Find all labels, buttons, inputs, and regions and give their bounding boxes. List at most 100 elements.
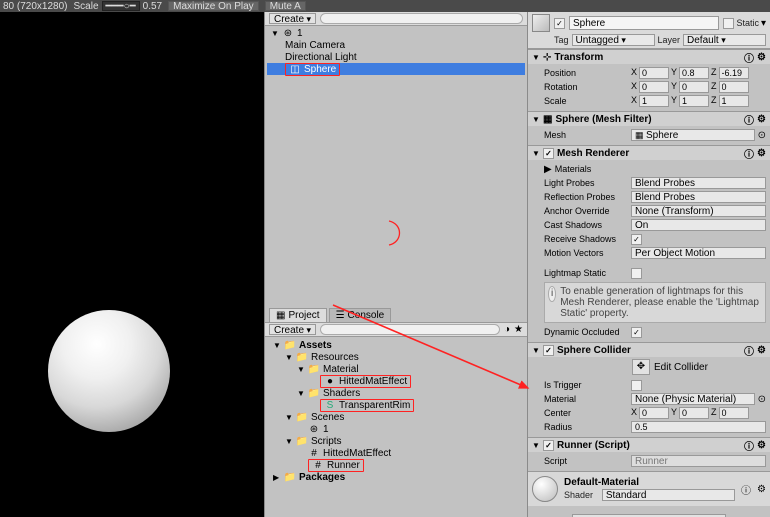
pos-x-input[interactable]: [639, 67, 669, 79]
folder-material[interactable]: ▼📁Material: [269, 363, 523, 375]
gear-icon[interactable]: ⚙: [757, 484, 766, 495]
position-label: Position: [544, 68, 628, 78]
light-probes-dropdown[interactable]: Blend Probes: [631, 177, 766, 189]
search-filter-icon[interactable]: ◑: [504, 324, 510, 335]
rot-z-input[interactable]: [719, 81, 749, 93]
project-search-input[interactable]: [320, 324, 500, 335]
scene-file[interactable]: ⊛1: [269, 423, 523, 435]
dynamic-occluded-checkbox[interactable]: ✓: [631, 327, 642, 338]
scale-slider[interactable]: ━━━○━: [102, 1, 140, 11]
inspector-panel: ✓ Static ▾ Tag Untagged ▾ Layer Default …: [527, 12, 770, 517]
help-icon[interactable]: ⓘ: [744, 343, 754, 358]
anchor-field[interactable]: None (Transform): [631, 205, 766, 217]
help-icon[interactable]: ⓘ: [744, 438, 754, 453]
enable-checkbox[interactable]: ✓: [543, 440, 554, 451]
search-type-icon[interactable]: ★: [514, 324, 523, 335]
enable-checkbox[interactable]: ✓: [543, 148, 554, 159]
gear-icon[interactable]: ⚙: [757, 148, 766, 159]
scale-label: Scale: [544, 96, 628, 106]
receive-shadows-checkbox[interactable]: ✓: [631, 234, 642, 245]
is-trigger-checkbox[interactable]: [631, 380, 642, 391]
folder-scripts[interactable]: ▼📁Scripts: [269, 435, 523, 447]
material-name: Default-Material: [564, 477, 735, 488]
help-icon[interactable]: ⓘ: [741, 482, 751, 497]
shader-transparentrim[interactable]: STransparentRim: [269, 399, 523, 411]
material-icon: ●: [324, 376, 336, 387]
mesh-renderer-header[interactable]: ▼✓ Mesh Renderer ⓘ⚙: [528, 146, 770, 160]
gear-icon[interactable]: ⚙: [757, 114, 766, 125]
rot-x-input[interactable]: [639, 81, 669, 93]
script-runner[interactable]: #Runner: [269, 459, 523, 471]
edit-collider-button[interactable]: ✥: [632, 359, 650, 375]
scene-row[interactable]: ▼ ⊛ 1: [267, 27, 525, 39]
help-icon[interactable]: ⓘ: [744, 112, 754, 127]
mesh-filter-header[interactable]: ▼▦ Sphere (Mesh Filter) ⓘ⚙: [528, 112, 770, 126]
tab-project[interactable]: ▦Project: [269, 308, 327, 322]
center-z-input[interactable]: [719, 407, 749, 419]
scale-z-input[interactable]: [719, 95, 749, 107]
material-hittedmat[interactable]: ●HittedMatEffect: [269, 375, 523, 387]
gear-icon[interactable]: ⚙: [757, 345, 766, 356]
hierarchy-item-camera[interactable]: Main Camera: [267, 39, 525, 51]
hierarchy-search-input[interactable]: [320, 13, 523, 24]
layer-dropdown[interactable]: Default ▾: [683, 34, 766, 46]
csharp-icon: #: [308, 448, 320, 459]
mesh-icon: ▦: [543, 114, 552, 125]
gameobject-name-input[interactable]: [569, 16, 719, 30]
cast-shadows-dropdown[interactable]: On: [631, 219, 766, 231]
radius-input[interactable]: [631, 421, 766, 433]
transform-header[interactable]: ▼⊹ Transform ⓘ⚙: [528, 50, 770, 64]
hierarchy-item-light[interactable]: Directional Light: [267, 51, 525, 63]
folder-resources[interactable]: ▼📁Resources: [269, 351, 523, 363]
object-picker-icon[interactable]: ⊙: [758, 130, 766, 141]
physic-material-field[interactable]: None (Physic Material): [631, 393, 755, 405]
mute-audio-toggle[interactable]: Mute A: [265, 1, 306, 11]
hierarchy-panel: ▼ ⊛ 1 Main Camera Directional Light ◫ Sp…: [265, 26, 527, 83]
material-thumbnail: [532, 476, 558, 502]
tag-dropdown[interactable]: Untagged ▾: [572, 34, 655, 46]
pos-y-input[interactable]: [679, 67, 709, 79]
hierarchy-toolbar: Create ▾: [265, 12, 527, 26]
enable-checkbox[interactable]: ✓: [543, 345, 554, 356]
folder-icon: 📁: [296, 352, 308, 363]
unity-icon: ⊛: [282, 28, 294, 39]
help-icon[interactable]: ⓘ: [744, 146, 754, 161]
sphere-collider-header[interactable]: ▼✓ Sphere Collider ⓘ⚙: [528, 343, 770, 357]
project-toolbar: Create ▾ ◑ ★: [265, 323, 527, 337]
folder-packages[interactable]: ▶📁Packages: [269, 471, 523, 483]
folder-icon: 📁: [296, 412, 308, 423]
static-checkbox[interactable]: [723, 18, 734, 29]
gear-icon[interactable]: ⚙: [757, 52, 766, 63]
rot-y-input[interactable]: [679, 81, 709, 93]
hierarchy-item-sphere[interactable]: ◫ Sphere: [267, 63, 525, 75]
script-hittedmat[interactable]: #HittedMatEffect: [269, 447, 523, 459]
project-icon: ▦: [276, 310, 285, 321]
motion-vectors-dropdown[interactable]: Per Object Motion: [631, 247, 766, 259]
folder-assets[interactable]: ▼📁Assets: [269, 339, 523, 351]
pos-z-input[interactable]: [719, 67, 749, 79]
reflection-probes-dropdown[interactable]: Blend Probes: [631, 191, 766, 203]
active-checkbox[interactable]: ✓: [554, 18, 565, 29]
shader-dropdown[interactable]: Standard: [602, 489, 735, 501]
runner-script-header[interactable]: ▼✓ Runner (Script) ⓘ⚙: [528, 438, 770, 452]
tab-console[interactable]: ☰Console: [329, 308, 392, 322]
object-picker-icon[interactable]: ⊙: [758, 394, 766, 405]
help-icon[interactable]: ⓘ: [744, 50, 754, 65]
hierarchy-create-button[interactable]: Create ▾: [269, 13, 316, 24]
scale-x-input[interactable]: [639, 95, 669, 107]
gear-icon[interactable]: ⚙: [757, 440, 766, 451]
material-preview[interactable]: Default-Material Shader Standard ⓘ⚙: [528, 471, 770, 506]
mesh-field[interactable]: ▦ Sphere: [631, 129, 755, 141]
folder-shaders[interactable]: ▼📁Shaders: [269, 387, 523, 399]
rendered-sphere: [48, 310, 170, 432]
center-x-input[interactable]: [639, 407, 669, 419]
project-create-button[interactable]: Create ▾: [269, 324, 316, 335]
scale-y-input[interactable]: [679, 95, 709, 107]
gameobject-icon[interactable]: [532, 14, 550, 32]
lightmap-static-checkbox[interactable]: [631, 268, 642, 279]
center-y-input[interactable]: [679, 407, 709, 419]
maximize-on-play-toggle[interactable]: Maximize On Play: [168, 1, 259, 11]
csharp-icon: #: [312, 460, 324, 471]
folder-scenes[interactable]: ▼📁Scenes: [269, 411, 523, 423]
game-viewport[interactable]: [0, 12, 264, 517]
